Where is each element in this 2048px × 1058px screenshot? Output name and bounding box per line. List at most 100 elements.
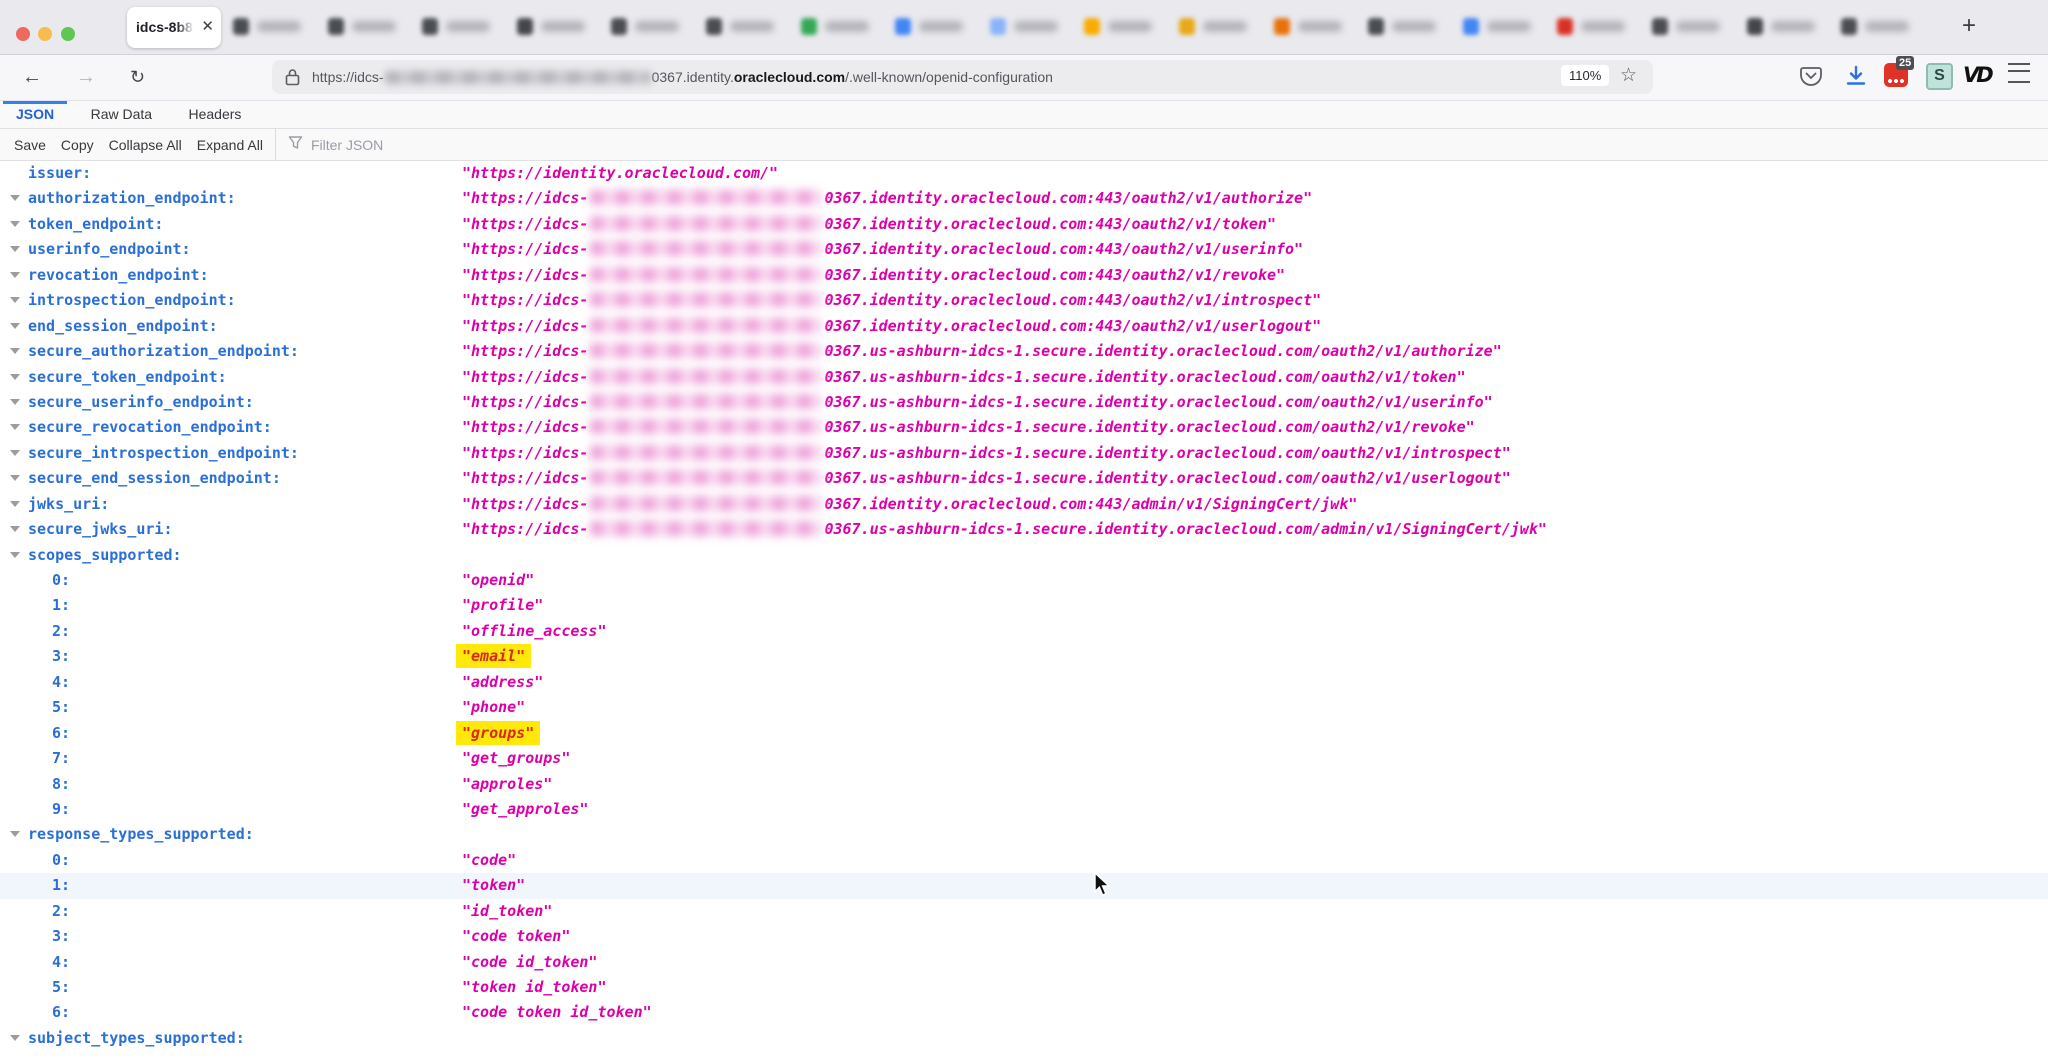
url-bar[interactable]: https://idcs-0367.identity.oraclecloud.c… [272, 60, 1653, 94]
browser-tab[interactable] [1557, 16, 1637, 38]
json-value: "profile" [462, 596, 543, 614]
twisty-collapse-icon[interactable] [10, 221, 20, 227]
vue-devtools-extension-icon[interactable]: VD [1963, 63, 1991, 87]
browser-tab[interactable] [706, 16, 786, 38]
window-minimize-button[interactable] [38, 27, 52, 41]
browser-tab[interactable] [233, 16, 313, 38]
browser-tab[interactable] [990, 16, 1070, 38]
browser-tab[interactable] [422, 16, 502, 38]
reload-icon[interactable]: ↻ [130, 63, 145, 91]
twisty-collapse-icon[interactable] [10, 475, 20, 481]
tab-json[interactable]: JSON [0, 101, 70, 128]
lock-icon[interactable] [285, 68, 300, 91]
stylus-extension-icon[interactable]: S [1926, 63, 1953, 90]
browser-tab[interactable] [517, 16, 597, 38]
browser-tab[interactable] [1463, 16, 1543, 38]
new-tab-button[interactable]: + [1962, 12, 1976, 40]
pocket-icon[interactable] [1798, 63, 1824, 94]
twisty-collapse-icon[interactable] [10, 246, 20, 252]
tab-raw-data[interactable]: Raw Data [75, 101, 168, 128]
json-row: 3:"email" [0, 644, 2048, 669]
twisty-collapse-icon[interactable] [10, 297, 20, 303]
twisty-collapse-icon[interactable] [10, 831, 20, 837]
json-value: "code id_token" [462, 953, 597, 971]
twisty-collapse-icon[interactable] [10, 526, 20, 532]
twisty-collapse-icon[interactable] [10, 501, 20, 507]
json-row: 0:"code" [0, 848, 2048, 873]
json-value: "https://idcs-0367.us-ashburn-idcs-1.sec… [462, 393, 1493, 411]
json-key: 3: [52, 647, 70, 665]
copy-button[interactable]: Copy [61, 137, 94, 153]
filter-json-input[interactable] [309, 136, 613, 154]
tab-title-blurred [1298, 21, 1342, 32]
json-value: "code" [462, 851, 516, 869]
json-key: 1: [52, 596, 70, 614]
save-button[interactable]: Save [14, 137, 46, 153]
tab-favicon-icon [1179, 18, 1195, 35]
browser-tab[interactable] [611, 16, 691, 38]
window-close-button[interactable] [16, 27, 30, 41]
json-key: 9: [52, 800, 70, 818]
json-row: secure_end_session_endpoint:"https://idc… [0, 466, 2048, 491]
json-viewer-toolbar: Save Copy Collapse All Expand All [0, 129, 2048, 161]
browser-tab[interactable] [1652, 16, 1732, 38]
browser-tab[interactable] [1368, 16, 1448, 38]
window-zoom-button[interactable] [61, 27, 75, 41]
twisty-collapse-icon[interactable] [10, 552, 20, 558]
tab-favicon-icon [1463, 18, 1479, 35]
tab-favicon-icon [801, 18, 817, 35]
tab-close-icon[interactable]: ✕ [201, 18, 214, 35]
tab-title-blurred [825, 21, 869, 32]
json-key: 4: [52, 673, 70, 691]
json-row: scopes_supported: [0, 543, 2048, 568]
twisty-collapse-icon[interactable] [10, 1035, 20, 1041]
downloads-icon[interactable] [1843, 63, 1869, 94]
json-key: 2: [52, 902, 70, 920]
hamburger-menu-icon[interactable] [2008, 63, 2030, 83]
twisty-collapse-icon[interactable] [10, 348, 20, 354]
twisty-collapse-icon[interactable] [10, 424, 20, 430]
twisty-collapse-icon[interactable] [10, 399, 20, 405]
twisty-collapse-icon[interactable] [10, 450, 20, 456]
json-key: secure_introspection_endpoint: [28, 444, 299, 462]
back-icon[interactable]: ← [22, 63, 42, 91]
tab-headers[interactable]: Headers [173, 101, 258, 128]
zoom-level-indicator[interactable]: 110% [1561, 65, 1609, 86]
json-key: introspection_endpoint: [28, 291, 236, 309]
url-text[interactable]: https://idcs-0367.identity.oraclecloud.c… [312, 69, 1053, 85]
tab-title-blurred [352, 21, 396, 32]
browser-tab[interactable] [1084, 16, 1164, 38]
browser-tab[interactable] [1841, 16, 1921, 38]
browser-tab[interactable] [895, 16, 975, 38]
json-key: issuer: [28, 164, 91, 182]
active-tab[interactable]: idcs-8b8 ✕ [127, 7, 221, 48]
browser-tab[interactable] [1179, 16, 1259, 38]
json-row: secure_revocation_endpoint:"https://idcs… [0, 415, 2048, 440]
tab-favicon-icon [895, 18, 911, 35]
url-mid: 0367.identity. [652, 69, 734, 85]
json-row: 6:"code token id_token" [0, 1000, 2048, 1025]
json-row: 1:"token" [0, 873, 2048, 898]
expand-all-button[interactable]: Expand All [197, 137, 263, 153]
browser-tab[interactable] [1274, 16, 1354, 38]
bookmark-star-icon[interactable]: ☆ [1620, 64, 1637, 87]
json-row: 2:"id_token" [0, 899, 2048, 924]
json-value: "https://idcs-0367.identity.oraclecloud.… [462, 240, 1303, 258]
adblock-extension-icon[interactable]: 25 [1884, 63, 1908, 87]
tab-favicon-icon [1652, 18, 1668, 35]
twisty-collapse-icon[interactable] [10, 272, 20, 278]
collapse-all-button[interactable]: Collapse All [109, 137, 182, 153]
json-value: "https://idcs-0367.us-ashburn-idcs-1.sec… [462, 520, 1547, 538]
twisty-collapse-icon[interactable] [10, 374, 20, 380]
json-value: "approles" [462, 775, 552, 793]
twisty-collapse-icon[interactable] [10, 195, 20, 201]
browser-tab[interactable] [1747, 16, 1827, 38]
json-key: jwks_uri: [28, 495, 109, 513]
json-row: jwks_uri:"https://idcs-0367.identity.ora… [0, 492, 2048, 517]
browser-tab[interactable] [801, 16, 881, 38]
json-value: "https://idcs-0367.identity.oraclecloud.… [462, 189, 1312, 207]
browser-tab[interactable] [328, 16, 408, 38]
tab-title-blurred [1203, 21, 1247, 32]
twisty-collapse-icon[interactable] [10, 323, 20, 329]
redacted-blur [590, 343, 822, 358]
